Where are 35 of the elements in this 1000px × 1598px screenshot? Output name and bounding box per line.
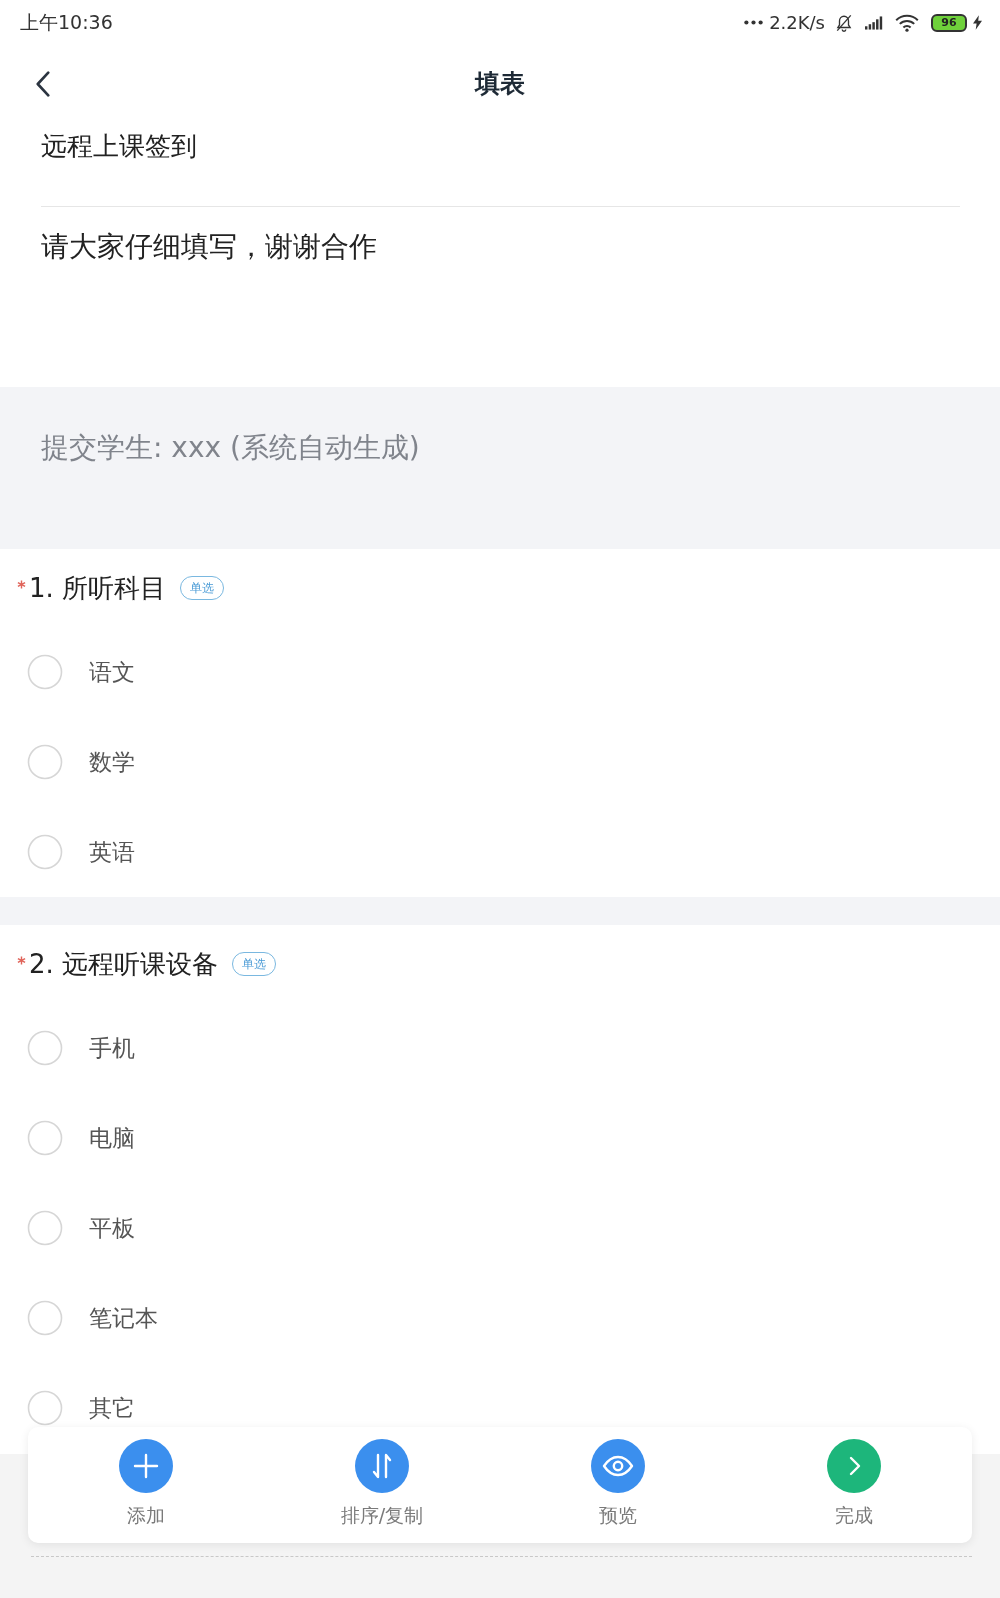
- option-label[interactable]: 英语: [89, 836, 135, 868]
- bell-off-icon: [835, 13, 853, 32]
- more-dots-icon: [744, 20, 764, 25]
- option-label[interactable]: 其它: [89, 1392, 135, 1424]
- radio-button[interactable]: [27, 1030, 63, 1066]
- option-label[interactable]: 数学: [89, 746, 135, 778]
- option-label[interactable]: 平板: [89, 1212, 135, 1244]
- wifi-icon: [895, 13, 919, 32]
- signal-icon: [865, 13, 883, 32]
- network-speed: 2.2K/s: [769, 12, 825, 33]
- option-label[interactable]: 电脑: [89, 1122, 135, 1154]
- title-field[interactable]: 远程上课签到: [41, 121, 960, 207]
- question-title: 2. 远程听课设备: [29, 947, 219, 981]
- option-label[interactable]: 笔记本: [89, 1302, 158, 1334]
- preview-button[interactable]: 预览: [591, 1439, 645, 1527]
- radio-button[interactable]: [27, 1210, 63, 1246]
- radio-button[interactable]: [27, 1300, 63, 1336]
- chevron-left-icon: [36, 70, 50, 98]
- charging-bolt-icon: [973, 15, 982, 30]
- question-title: 1. 所听科目: [29, 571, 167, 605]
- battery-level-text: 96: [941, 16, 957, 29]
- sort-button[interactable]: 排序/复制: [340, 1439, 424, 1527]
- option-label[interactable]: 手机: [89, 1032, 135, 1064]
- finish-button[interactable]: 完成: [827, 1439, 881, 1527]
- page-title: 填表: [475, 67, 525, 100]
- radio-button[interactable]: [27, 1120, 63, 1156]
- add-button[interactable]: 添加: [119, 1439, 173, 1527]
- option-label[interactable]: 语文: [89, 656, 135, 688]
- description-field[interactable]: 请大家仔细填写，谢谢合作: [41, 207, 960, 387]
- status-time: 上午10:36: [20, 9, 113, 35]
- radio-button[interactable]: [27, 654, 63, 690]
- radio-button[interactable]: [27, 834, 63, 870]
- submitter-note: 提交学生: xxx (系统自动生成): [41, 431, 420, 464]
- radio-button[interactable]: [27, 1390, 63, 1426]
- radio-button[interactable]: [27, 744, 63, 780]
